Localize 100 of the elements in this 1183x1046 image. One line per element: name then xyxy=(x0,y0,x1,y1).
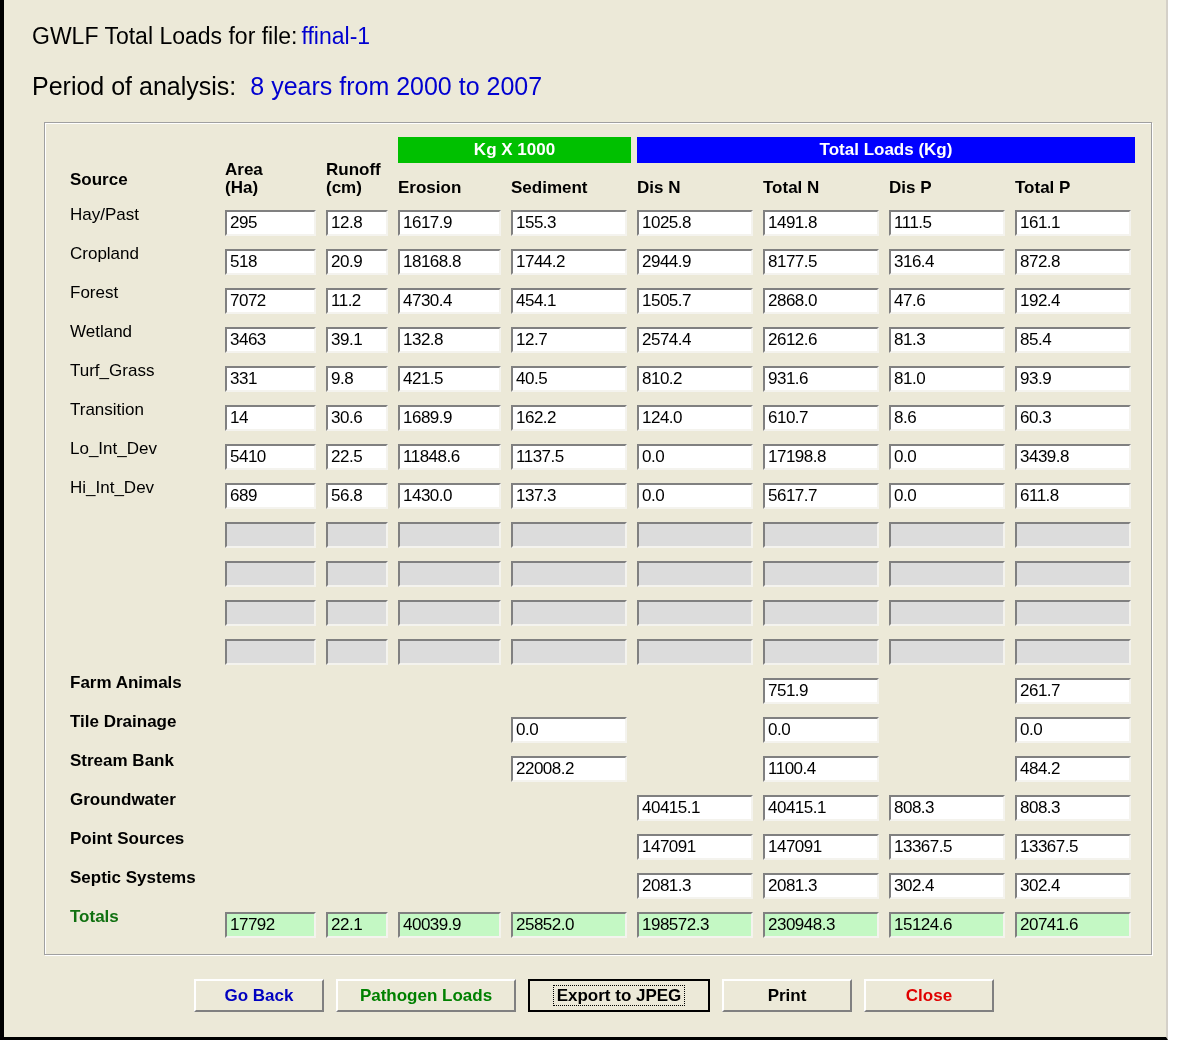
value-field[interactable]: 132.8 xyxy=(398,327,501,353)
value-field[interactable]: 93.9 xyxy=(1015,366,1131,392)
value-field[interactable]: 22.1 xyxy=(326,912,388,938)
value-field[interactable]: 25852.0 xyxy=(511,912,627,938)
value-field[interactable]: 81.0 xyxy=(889,366,1005,392)
value-field[interactable]: 0.0 xyxy=(763,717,879,743)
value-field[interactable]: 124.0 xyxy=(637,405,753,431)
value-field[interactable]: 147091 xyxy=(763,834,879,860)
value-field[interactable]: 1100.4 xyxy=(763,756,879,782)
value-field[interactable]: 1505.7 xyxy=(637,288,753,314)
value-field[interactable]: 85.4 xyxy=(1015,327,1131,353)
value-field[interactable]: 56.8 xyxy=(326,483,388,509)
action-button[interactable]: Pathogen Loads xyxy=(336,979,516,1012)
value-field[interactable]: 111.5 xyxy=(889,210,1005,236)
value-field[interactable]: 0.0 xyxy=(889,483,1005,509)
value-field[interactable]: 13367.5 xyxy=(1015,834,1131,860)
action-button[interactable]: Close xyxy=(864,979,994,1012)
value-field[interactable]: 1491.8 xyxy=(763,210,879,236)
value-field[interactable]: 155.3 xyxy=(511,210,627,236)
value-field[interactable]: 40415.1 xyxy=(637,795,753,821)
value-field[interactable]: 302.4 xyxy=(1015,873,1131,899)
column-header: Sediment xyxy=(511,179,589,199)
value-field[interactable]: 302.4 xyxy=(889,873,1005,899)
value-field[interactable]: 18168.8 xyxy=(398,249,501,275)
value-field[interactable]: 1430.0 xyxy=(398,483,501,509)
value-field[interactable]: 1689.9 xyxy=(398,405,501,431)
value-field[interactable]: 611.8 xyxy=(1015,483,1131,509)
value-field[interactable]: 11.2 xyxy=(326,288,388,314)
value-field[interactable]: 2574.4 xyxy=(637,327,753,353)
value-field[interactable]: 518 xyxy=(225,249,316,275)
value-field[interactable]: 3463 xyxy=(225,327,316,353)
value-field[interactable]: 22.5 xyxy=(326,444,388,470)
value-field[interactable]: 2944.9 xyxy=(637,249,753,275)
value-field[interactable]: 162.2 xyxy=(511,405,627,431)
value-field[interactable]: 12.8 xyxy=(326,210,388,236)
value-field[interactable]: 2081.3 xyxy=(763,873,879,899)
value-field[interactable]: 316.4 xyxy=(889,249,1005,275)
action-button[interactable]: Print xyxy=(722,979,852,1012)
value-field[interactable]: 295 xyxy=(225,210,316,236)
value-field[interactable]: 40415.1 xyxy=(763,795,879,821)
value-field[interactable]: 147091 xyxy=(637,834,753,860)
value-field[interactable]: 0.0 xyxy=(637,483,753,509)
value-field[interactable]: 2081.3 xyxy=(637,873,753,899)
value-field[interactable]: 689 xyxy=(225,483,316,509)
value-field[interactable]: 17198.8 xyxy=(763,444,879,470)
value-field[interactable]: 261.7 xyxy=(1015,678,1131,704)
value-field[interactable]: 1025.8 xyxy=(637,210,753,236)
value-field[interactable]: 14 xyxy=(225,405,316,431)
value-field[interactable]: 610.7 xyxy=(763,405,879,431)
value-field[interactable]: 810.2 xyxy=(637,366,753,392)
value-field[interactable]: 421.5 xyxy=(398,366,501,392)
value-field[interactable]: 2612.6 xyxy=(763,327,879,353)
value-field[interactable]: 81.3 xyxy=(889,327,1005,353)
value-field[interactable]: 13367.5 xyxy=(889,834,1005,860)
value-field[interactable]: 1617.9 xyxy=(398,210,501,236)
value-field[interactable]: 11848.6 xyxy=(398,444,501,470)
value-field[interactable]: 7072 xyxy=(225,288,316,314)
value-field[interactable]: 808.3 xyxy=(889,795,1005,821)
value-field[interactable]: 5617.7 xyxy=(763,483,879,509)
value-field[interactable]: 47.6 xyxy=(889,288,1005,314)
action-button[interactable]: Export to JPEG xyxy=(528,979,710,1012)
value-field[interactable]: 1137.5 xyxy=(511,444,627,470)
value-field[interactable]: 161.1 xyxy=(1015,210,1131,236)
value-field[interactable]: 0.0 xyxy=(511,717,627,743)
value-field[interactable]: 39.1 xyxy=(326,327,388,353)
action-button[interactable]: Go Back xyxy=(194,979,324,1012)
value-field[interactable]: 4730.4 xyxy=(398,288,501,314)
value-field[interactable]: 2868.0 xyxy=(763,288,879,314)
value-field[interactable]: 751.9 xyxy=(763,678,879,704)
column-header: Runoff (cm) xyxy=(326,161,382,199)
value-field[interactable]: 192.4 xyxy=(1015,288,1131,314)
value-field[interactable]: 30.6 xyxy=(326,405,388,431)
value-field[interactable]: 8177.5 xyxy=(763,249,879,275)
value-field[interactable]: 40039.9 xyxy=(398,912,501,938)
value-field[interactable]: 484.2 xyxy=(1015,756,1131,782)
value-field[interactable]: 8.6 xyxy=(889,405,1005,431)
value-field[interactable]: 20.9 xyxy=(326,249,388,275)
value-field[interactable]: 454.1 xyxy=(511,288,627,314)
value-field[interactable]: 15124.6 xyxy=(889,912,1005,938)
value-field[interactable]: 0.0 xyxy=(637,444,753,470)
row-label: Totals xyxy=(70,906,120,927)
value-field[interactable]: 3439.8 xyxy=(1015,444,1131,470)
value-field[interactable]: 1744.2 xyxy=(511,249,627,275)
value-field[interactable]: 331 xyxy=(225,366,316,392)
value-field[interactable]: 230948.3 xyxy=(763,912,879,938)
value-field[interactable]: 17792 xyxy=(225,912,316,938)
value-field[interactable]: 12.7 xyxy=(511,327,627,353)
value-field[interactable]: 137.3 xyxy=(511,483,627,509)
value-field[interactable]: 20741.6 xyxy=(1015,912,1131,938)
value-field[interactable]: 5410 xyxy=(225,444,316,470)
value-field[interactable]: 0.0 xyxy=(889,444,1005,470)
value-field[interactable]: 60.3 xyxy=(1015,405,1131,431)
value-field[interactable]: 872.8 xyxy=(1015,249,1131,275)
value-field[interactable]: 22008.2 xyxy=(511,756,627,782)
value-field[interactable]: 0.0 xyxy=(1015,717,1131,743)
value-field[interactable]: 931.6 xyxy=(763,366,879,392)
value-field[interactable]: 40.5 xyxy=(511,366,627,392)
value-field[interactable]: 198572.3 xyxy=(637,912,753,938)
value-field[interactable]: 808.3 xyxy=(1015,795,1131,821)
value-field[interactable]: 9.8 xyxy=(326,366,388,392)
